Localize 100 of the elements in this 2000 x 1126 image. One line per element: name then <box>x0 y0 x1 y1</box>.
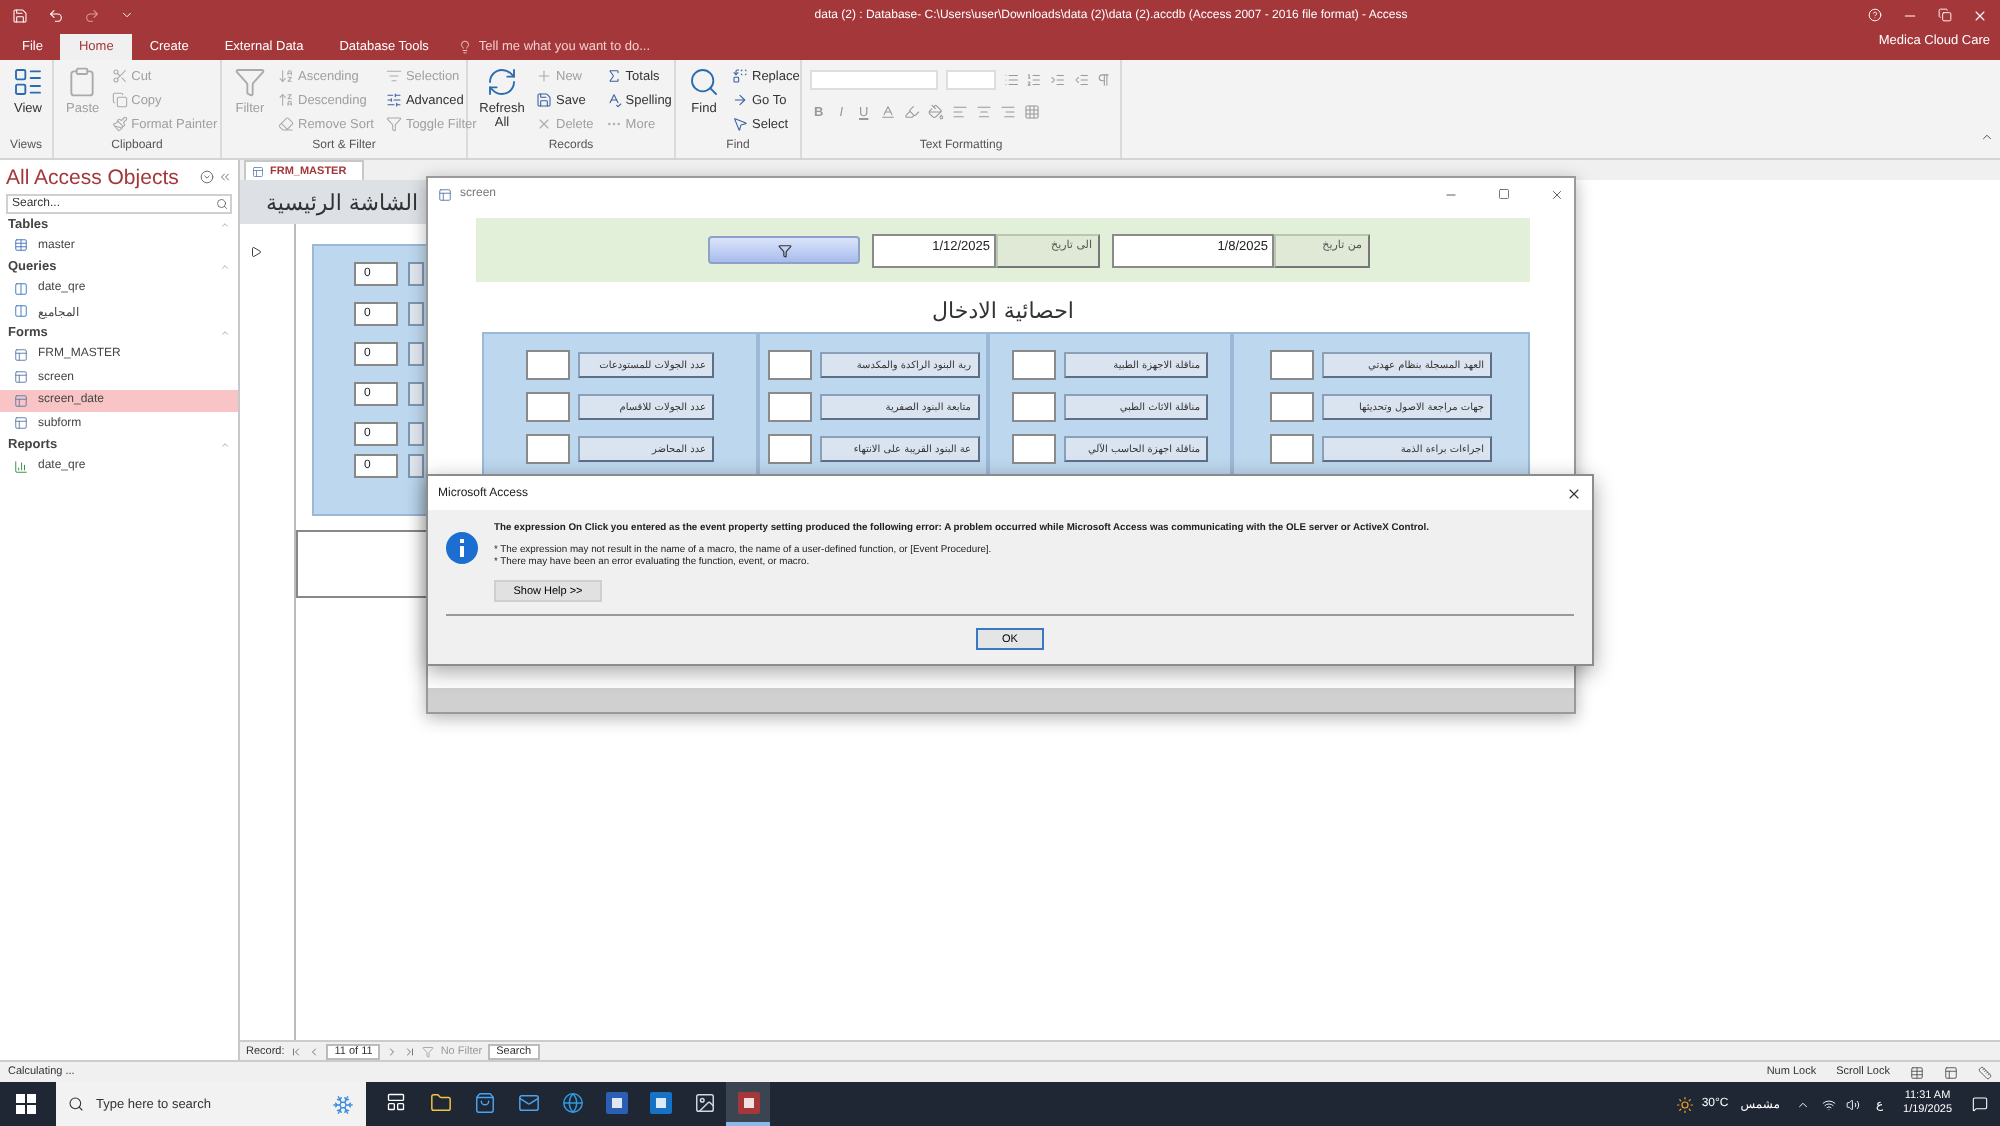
highlighter-icon <box>904 104 921 120</box>
next-record-icon <box>386 1045 399 1057</box>
chevron-up-icon <box>220 219 230 229</box>
lightbulb-icon <box>458 40 473 54</box>
font-name-field[interactable] <box>810 70 937 90</box>
report-icon <box>14 459 28 474</box>
numbered-list-icon <box>1026 72 1042 88</box>
database-app-icon <box>737 1091 759 1113</box>
taskbar-app[interactable] <box>726 1082 770 1126</box>
count-field[interactable] <box>1012 434 1056 464</box>
count-field[interactable] <box>526 392 570 422</box>
font-size-field[interactable] <box>945 70 996 90</box>
task-view-icon <box>386 1092 406 1112</box>
count-field[interactable] <box>1012 392 1056 422</box>
count-field[interactable] <box>1270 434 1314 464</box>
form-icon <box>252 165 264 177</box>
last-record-icon <box>404 1045 417 1057</box>
chevron-up-icon <box>1795 1097 1810 1111</box>
count-field[interactable] <box>767 350 811 380</box>
customize-icon <box>120 8 134 22</box>
funnel-icon <box>234 66 266 98</box>
bullet-list-icon <box>1003 72 1019 88</box>
document-app-icon <box>605 1091 627 1113</box>
label-button[interactable] <box>408 342 424 366</box>
indent-increase-icon <box>1049 72 1066 88</box>
label-button[interactable] <box>408 302 424 326</box>
clipboard-icon <box>66 66 99 98</box>
form-title: الشاشة الرئيسية <box>266 189 419 215</box>
shopping-bag-icon <box>473 1091 495 1113</box>
maximize-icon <box>1498 188 1510 200</box>
count-field[interactable] <box>1270 350 1314 380</box>
mail-icon <box>517 1091 539 1113</box>
form-icon <box>14 347 28 362</box>
info-icon <box>446 532 478 564</box>
datasheet-icon <box>12 66 44 98</box>
close-icon <box>1972 7 1988 23</box>
eraser-icon <box>278 116 294 132</box>
plus-icon <box>536 68 552 84</box>
save-icon <box>536 92 552 108</box>
align-center-icon <box>976 104 993 120</box>
mail-app-icon <box>649 1091 671 1113</box>
count-field[interactable] <box>526 434 570 464</box>
label-button[interactable] <box>408 454 424 478</box>
grid-icon <box>1024 104 1041 120</box>
sliders-icon <box>385 92 402 108</box>
chevron-up-icon <box>220 328 230 338</box>
funnel-icon <box>422 1045 435 1057</box>
save-icon <box>12 7 28 23</box>
network-icon <box>1821 1097 1836 1111</box>
count-field[interactable] <box>526 350 570 380</box>
collapse-ribbon-icon <box>1980 130 1994 144</box>
font-color-icon <box>880 104 897 120</box>
copy-icon <box>111 92 128 108</box>
undo-icon <box>48 7 64 23</box>
windows-logo-icon[interactable] <box>16 1094 36 1114</box>
record-pointer-icon <box>250 246 262 258</box>
funnel-icon <box>777 243 791 257</box>
volume-icon <box>1845 1097 1860 1111</box>
chevron-up-icon <box>220 262 230 272</box>
globe-icon <box>561 1091 583 1113</box>
sun-icon <box>1675 1095 1694 1113</box>
count-field[interactable] <box>1012 350 1056 380</box>
query-icon <box>14 304 28 319</box>
filter-button[interactable] <box>708 236 860 264</box>
count-field[interactable] <box>767 392 811 422</box>
count-field[interactable] <box>1270 392 1314 422</box>
count-field[interactable] <box>767 434 811 464</box>
arrow-right-icon <box>732 92 748 108</box>
previous-record-icon <box>308 1045 321 1057</box>
sigma-icon <box>605 68 622 84</box>
indent-decrease-icon <box>1073 72 1089 88</box>
sort-descending-icon <box>278 92 294 108</box>
scissors-icon <box>111 68 128 84</box>
filter-lines-icon <box>385 68 402 84</box>
first-record-icon <box>290 1045 303 1057</box>
query-icon <box>14 281 28 296</box>
align-left-icon <box>952 104 969 120</box>
search-icon <box>688 66 720 98</box>
paint-bucket-icon <box>928 104 945 120</box>
snowflake-icon <box>332 1093 354 1115</box>
search-icon <box>216 198 228 210</box>
paintbrush-icon <box>111 116 128 132</box>
label-button[interactable] <box>408 262 424 286</box>
cross-icon <box>536 116 552 132</box>
form-icon <box>14 393 28 408</box>
table-icon <box>14 238 28 253</box>
pane-title: All Access Objects <box>6 165 181 189</box>
label-button[interactable] <box>408 382 424 406</box>
chevron-up-icon <box>220 440 230 450</box>
section-heading: احصائية الادخال <box>930 298 1076 324</box>
pilcrow-icon <box>1096 72 1112 88</box>
pointer-icon <box>732 116 748 132</box>
sort-ascending-icon <box>278 68 294 84</box>
label-button[interactable] <box>408 422 424 446</box>
design-view-icon <box>1978 1065 1992 1079</box>
refresh-icon <box>486 66 518 98</box>
close-icon <box>1550 187 1564 201</box>
replace-icon <box>732 68 748 84</box>
notifications-icon <box>1972 1096 1988 1112</box>
help-icon <box>1868 8 1882 22</box>
